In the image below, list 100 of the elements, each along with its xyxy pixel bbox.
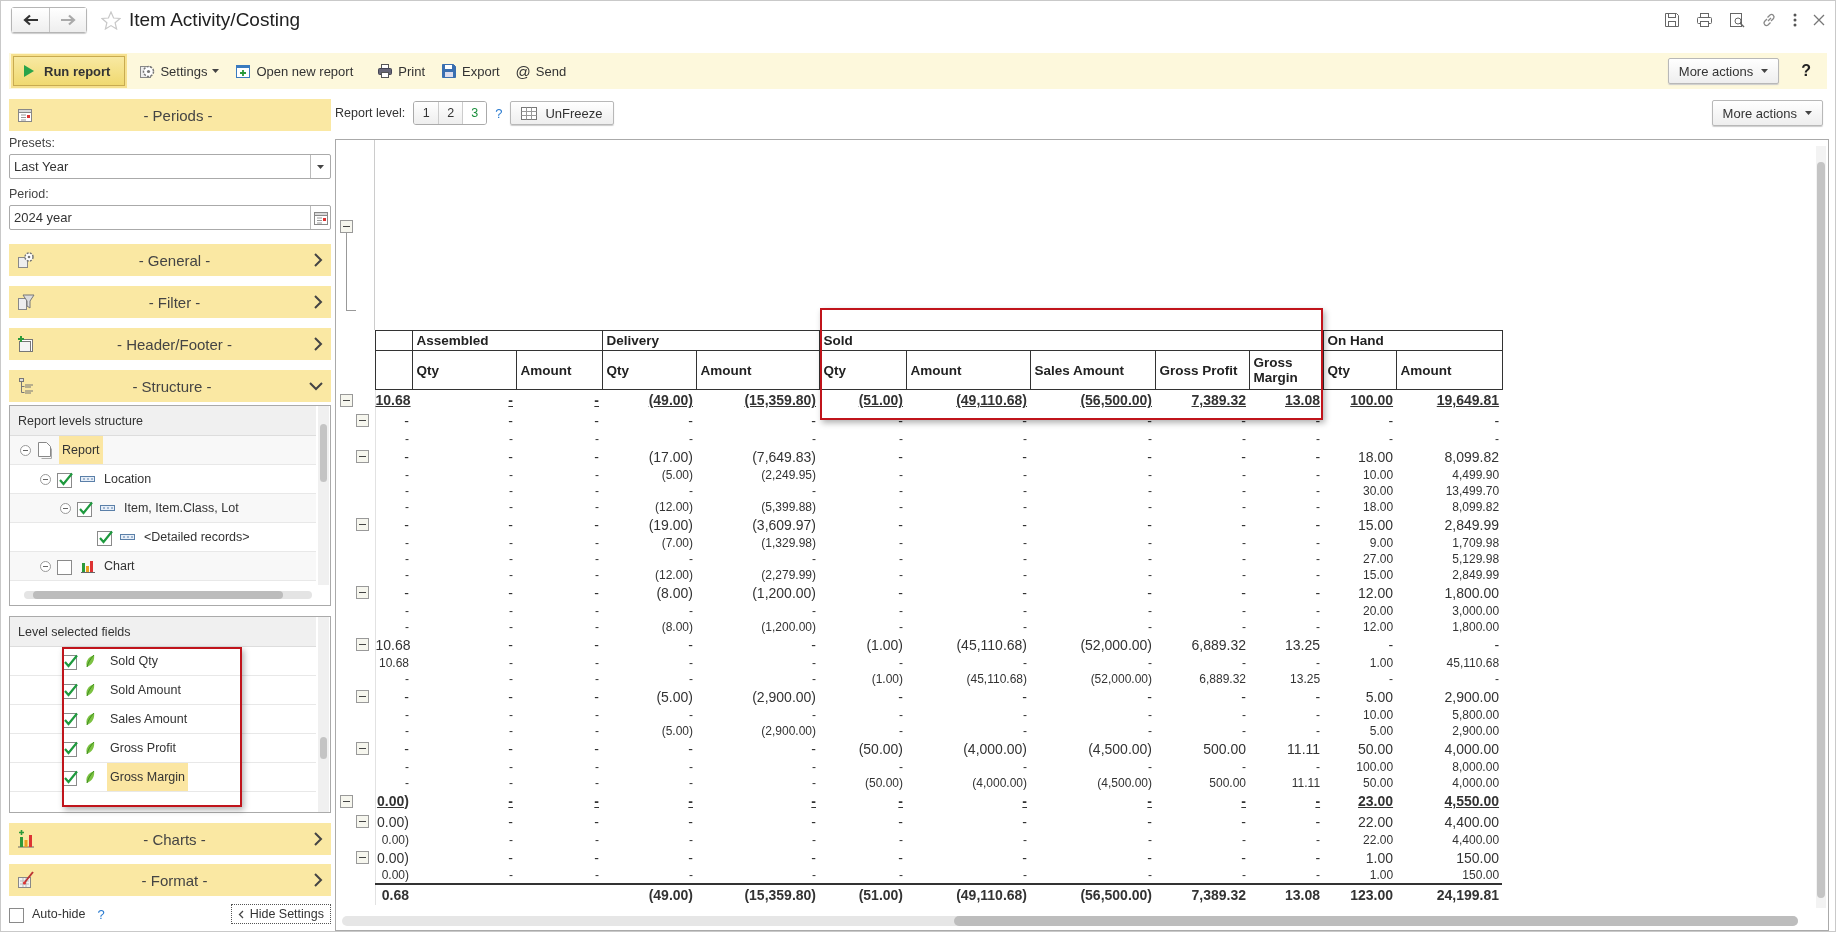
close-icon[interactable] bbox=[1813, 14, 1825, 26]
checkbox[interactable] bbox=[77, 499, 94, 517]
section-header[interactable]: - Structure - bbox=[9, 370, 331, 402]
table-cell-text: 3,000.00 bbox=[1451, 602, 1501, 619]
toolbar-button[interactable]: Print bbox=[375, 63, 427, 79]
link-icon[interactable] bbox=[1761, 12, 1777, 28]
more-actions-button[interactable]: More actions bbox=[1711, 100, 1823, 126]
field-item[interactable]: Sales Amount bbox=[107, 705, 191, 733]
field-item[interactable]: Sold Qty bbox=[107, 647, 161, 675]
collapse-icon[interactable] bbox=[356, 450, 369, 463]
field-item[interactable]: Sold Amount bbox=[107, 676, 184, 704]
checkbox[interactable] bbox=[9, 905, 26, 923]
table-cell: - bbox=[906, 867, 1030, 884]
collapse-icon[interactable] bbox=[356, 414, 369, 427]
collapse-icon[interactable] bbox=[356, 638, 369, 651]
collapse-icon[interactable] bbox=[356, 815, 369, 828]
help-link[interactable]: ? bbox=[495, 105, 503, 121]
table-cell: 10.68 bbox=[375, 634, 412, 655]
table-cell-text: - bbox=[507, 635, 514, 655]
collapse-icon[interactable] bbox=[340, 794, 353, 808]
preview-icon[interactable] bbox=[1729, 12, 1745, 28]
table-cell: - bbox=[696, 550, 819, 567]
level-button[interactable]: 1 bbox=[414, 102, 439, 124]
section-header[interactable]: - General - bbox=[9, 244, 331, 276]
collapse-icon[interactable] bbox=[356, 742, 369, 755]
table-cell: (1,200.00) bbox=[696, 582, 819, 603]
hide-settings-button[interactable]: Hide Settings bbox=[230, 904, 331, 924]
collapse-icon[interactable] bbox=[340, 220, 353, 233]
field-item[interactable]: Gross Profit bbox=[107, 734, 179, 762]
more-actions-button[interactable]: More actions bbox=[1667, 58, 1780, 84]
collapse-icon[interactable] bbox=[60, 502, 71, 514]
period-field[interactable]: 2024 year bbox=[9, 205, 331, 230]
presets-dropdown[interactable]: Last Year bbox=[9, 154, 331, 179]
table-cell-text: - bbox=[1314, 812, 1322, 832]
help-link[interactable]: ? bbox=[97, 906, 105, 922]
star-icon[interactable] bbox=[101, 10, 121, 30]
table-cell-text: 20.00 bbox=[1362, 602, 1395, 619]
table-cell: - bbox=[1030, 686, 1155, 707]
table-cell: (51.00) bbox=[819, 883, 906, 905]
collapse-icon[interactable] bbox=[340, 393, 353, 407]
back-button[interactable] bbox=[12, 8, 49, 32]
tree-item[interactable]: <Detailed records> bbox=[141, 523, 253, 551]
collapse-icon[interactable] bbox=[356, 518, 369, 531]
floppy-icon[interactable] bbox=[1664, 12, 1680, 28]
table-cell: 13.08 bbox=[1249, 389, 1324, 411]
table-cell: - bbox=[1030, 790, 1155, 812]
scrollbar[interactable] bbox=[318, 406, 329, 585]
unfreeze-button[interactable]: UnFreeze bbox=[510, 101, 614, 125]
caret-icon bbox=[317, 164, 324, 169]
table-cell-text: - bbox=[1146, 583, 1153, 603]
scrollbar[interactable] bbox=[342, 916, 1798, 926]
section-header[interactable]: - Filter - bbox=[9, 286, 331, 318]
checkbox[interactable] bbox=[57, 470, 74, 488]
scrollbar[interactable] bbox=[1816, 146, 1826, 908]
tree-item[interactable]: Location bbox=[101, 465, 155, 493]
toolbar-button[interactable]: Open new report bbox=[233, 63, 356, 79]
table-cell-text: - bbox=[593, 848, 600, 868]
collapse-icon[interactable] bbox=[40, 560, 51, 572]
table-cell: - bbox=[819, 790, 906, 812]
table-cell-text: - bbox=[1022, 618, 1028, 635]
leaf-icon bbox=[85, 654, 95, 668]
toolbar-button[interactable]: @ Send bbox=[513, 62, 569, 80]
tree-item[interactable]: Chart bbox=[101, 552, 138, 580]
help-link[interactable]: ? bbox=[1801, 62, 1811, 80]
collapse-icon[interactable] bbox=[40, 473, 51, 485]
table-cell-text: - bbox=[1494, 430, 1501, 447]
table-cell-text: 18.00 bbox=[1357, 447, 1395, 467]
toolbar-button[interactable]: Settings bbox=[137, 63, 222, 79]
section-header[interactable]: - Charts - bbox=[9, 823, 331, 855]
section-header[interactable]: - Format - bbox=[9, 864, 331, 896]
table-cell: - bbox=[375, 446, 412, 467]
table-cell-text: - bbox=[1314, 447, 1322, 467]
scrollbar[interactable] bbox=[318, 617, 329, 812]
level-button[interactable]: 2 bbox=[438, 102, 463, 124]
printer-icon[interactable] bbox=[1696, 12, 1713, 28]
collapse-icon[interactable] bbox=[20, 444, 31, 456]
table-cell: 13.08 bbox=[1249, 883, 1324, 905]
scrollbar[interactable] bbox=[24, 591, 312, 599]
table-cell-text: - bbox=[508, 566, 514, 583]
section-header[interactable]: - Header/Footer - bbox=[9, 328, 331, 360]
table-cell-text: - bbox=[1022, 566, 1028, 583]
table-cell-text: - bbox=[811, 758, 817, 775]
table-cell-text: - bbox=[898, 602, 904, 619]
section-header[interactable]: - Periods - bbox=[9, 99, 331, 131]
tree-item[interactable]: Report bbox=[59, 436, 103, 464]
collapse-icon[interactable] bbox=[356, 586, 369, 599]
toolbar-button[interactable]: Export bbox=[439, 63, 502, 79]
table-cell-text: - bbox=[1315, 831, 1322, 848]
table-cell-text: - bbox=[1241, 618, 1247, 635]
level-button[interactable]: 3 bbox=[462, 102, 487, 124]
checkbox[interactable] bbox=[57, 557, 74, 575]
collapse-icon[interactable] bbox=[356, 690, 369, 703]
field-item[interactable]: Gross Margin bbox=[107, 763, 189, 791]
table-cell-text: (52,000.00) bbox=[1089, 670, 1153, 687]
collapse-icon[interactable] bbox=[356, 851, 369, 864]
table-cell-text: 1.00 bbox=[1364, 848, 1395, 868]
more-icon[interactable] bbox=[1793, 13, 1797, 27]
table-cell-text: 18.00 bbox=[1362, 498, 1395, 515]
run-report-button[interactable]: Run report bbox=[13, 56, 126, 86]
checkbox[interactable] bbox=[97, 528, 114, 546]
